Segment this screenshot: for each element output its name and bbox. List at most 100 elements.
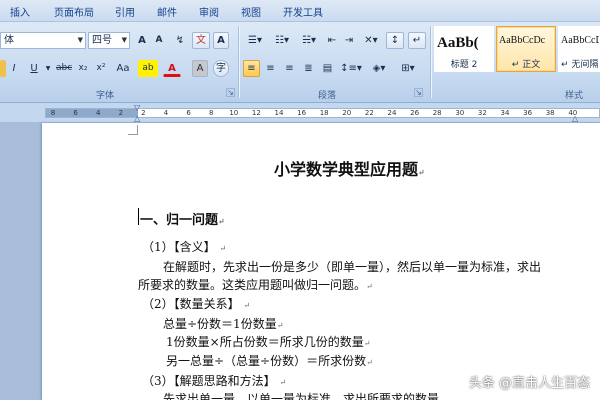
bulleted-list-icon: ☰▾ xyxy=(248,35,262,46)
distribute-button[interactable]: ▤ xyxy=(319,60,336,77)
character-shading-button[interactable]: A xyxy=(192,60,208,77)
ruler-number: 6 xyxy=(186,109,191,117)
justify-icon: ≣ xyxy=(304,63,313,74)
tab-insert[interactable]: 插入 xyxy=(10,4,30,19)
paragraph-mark: ↵ xyxy=(243,301,251,310)
show-marks-button[interactable]: ↵ xyxy=(408,32,426,49)
tab-references[interactable]: 引用 xyxy=(115,4,135,19)
align-center-button[interactable]: ≡ xyxy=(262,60,279,77)
align-center-icon: ≡ xyxy=(266,63,275,74)
formula-line: 另一总量÷（总量÷份数）＝所求份数↵ xyxy=(166,354,373,368)
sort-button[interactable]: ↕ xyxy=(386,32,404,49)
strikethrough-button[interactable]: abc xyxy=(55,60,73,77)
tab-developer[interactable]: 开发工具 xyxy=(283,4,323,19)
multilevel-list-button[interactable]: ☵▾ xyxy=(297,32,321,49)
shading-button[interactable]: ◈▾ xyxy=(366,60,392,77)
font-dialog-launcher-icon[interactable]: ↘ xyxy=(226,88,235,97)
font-name-combo[interactable]: 体 ▼ xyxy=(0,32,86,49)
align-right-icon: ≡ xyxy=(285,63,294,74)
paragraph-dialog-launcher-icon[interactable]: ↘ xyxy=(414,88,423,97)
underline-button[interactable]: U xyxy=(26,60,42,77)
style-normal[interactable]: AaBbCcDc ↵ 正文 xyxy=(496,26,556,72)
borders-icon: ⊞▾ xyxy=(401,63,415,74)
font-size-combo[interactable]: 四号 ▼ xyxy=(88,32,130,49)
tab-review[interactable]: 审阅 xyxy=(199,4,219,19)
sort-icon: ↕ xyxy=(390,35,400,46)
paragraph-group-label: 段落 xyxy=(318,91,337,101)
ruler-number: 24 xyxy=(387,109,397,117)
item-1-body-line-1: 在解题时，先求出一份是多少（即单一量），然后以单一量为标准，求出 xyxy=(163,260,542,274)
eraser-icon: ↯ xyxy=(175,35,185,46)
text-cursor xyxy=(138,208,139,225)
bullets-button[interactable]: ☰▾ xyxy=(243,32,267,49)
style-heading-2[interactable]: AaBb( 标题 2 xyxy=(434,26,494,72)
distribute-icon: ▤ xyxy=(322,63,333,74)
line-spacing-button[interactable]: ↕≡▾ xyxy=(339,60,363,77)
shrink-font-button[interactable]: A xyxy=(151,32,167,49)
numbering-button[interactable]: ☷▾ xyxy=(270,32,294,49)
paint-bucket-icon: ◈▾ xyxy=(372,63,386,74)
ruler-number: 16 xyxy=(297,109,307,117)
clear-format-button[interactable]: ↯ xyxy=(171,32,189,49)
increase-indent-button[interactable]: ⇥ xyxy=(341,32,357,49)
style-sample: AaBbCcDc xyxy=(561,35,599,46)
styles-gallery: AaBb( 标题 2 AaBbCcDc ↵ 正文 AaBbCcDc ↵ 无间隔 xyxy=(430,26,600,72)
group-divider xyxy=(238,26,239,98)
align-left-button[interactable]: ≡ xyxy=(243,60,260,77)
document-page[interactable]: 小学数学典型应用题↵ 一、归一问题↵ （1）【含义】 ↵ 在解题时，先求出一份是… xyxy=(42,123,600,400)
horizontal-ruler[interactable]: 8 6 4 2 2 4 6 8 10 12 14 16 18 20 22 24 26 28 30 32 34 36 38 40… xyxy=(0,103,600,123)
first-line-indent-marker[interactable]: ▽ xyxy=(134,104,140,112)
ruler-number: 18 xyxy=(319,109,329,117)
paragraph-mark: ↵ xyxy=(279,378,287,387)
decrease-indent-button[interactable]: ⇤ xyxy=(324,32,340,49)
numbered-list-icon: ☷▾ xyxy=(275,35,289,46)
paragraph-mark: ↵ xyxy=(219,244,227,253)
grow-font-button[interactable]: A xyxy=(134,32,150,49)
ribbon: 体 ▼ 四号 ▼ A A ↯ 文 A I U ▼ abc x₂ x² Aa ab… xyxy=(0,22,600,103)
superscript-button[interactable]: x² xyxy=(93,60,109,77)
change-case-button[interactable]: Aa xyxy=(112,60,134,77)
borders-button[interactable]: ⊞▾ xyxy=(395,60,421,77)
asian-layout-icon: ✕▾ xyxy=(364,35,378,46)
font-color-button[interactable]: A xyxy=(163,60,181,77)
italic-icon: I xyxy=(12,63,16,74)
document-title: 小学数学典型应用题↵ xyxy=(274,160,425,179)
align-right-button[interactable]: ≡ xyxy=(281,60,298,77)
asian-layout-button[interactable]: ✕▾ xyxy=(360,32,382,49)
ruler-number: 8 xyxy=(208,109,214,117)
ruler-number: 10 xyxy=(229,109,239,117)
tab-page-layout[interactable]: 页面布局 xyxy=(54,4,94,19)
chevron-down-icon[interactable]: ▼ xyxy=(122,33,127,48)
document-workspace: 小学数学典型应用题↵ 一、归一问题↵ （1）【含义】 ↵ 在解题时，先求出一份是… xyxy=(0,123,600,400)
paragraph-mark: ↵ xyxy=(366,358,373,367)
paragraph-mark: ↵ xyxy=(218,216,225,226)
character-border-button[interactable]: A xyxy=(213,32,229,49)
justify-button[interactable]: ≣ xyxy=(300,60,317,77)
tab-mailings[interactable]: 邮件 xyxy=(157,4,177,19)
paragraph-mark: ↵ xyxy=(418,167,425,177)
item-3-body-line-1: 先求出单一量，以单一量为标准，求出所要求的数量。 xyxy=(163,392,452,400)
text-highlight-button[interactable]: ab xyxy=(138,60,158,77)
item-1-label: （1）【含义】 ↵ xyxy=(142,240,227,254)
bold-button-partial[interactable] xyxy=(0,60,6,77)
tab-view[interactable]: 视图 xyxy=(241,4,261,19)
subscript-button[interactable]: x₂ xyxy=(75,60,91,77)
font-size-value: 四号 xyxy=(92,35,112,46)
ruler-number: 22 xyxy=(364,109,374,117)
ruler-number: 20 xyxy=(342,109,352,117)
style-no-spacing[interactable]: AaBbCcDc ↵ 无间隔 xyxy=(558,26,600,72)
right-indent-marker[interactable]: △ xyxy=(572,115,578,123)
formula-line: 1份数量×所占份数＝所求几份的数量↵ xyxy=(166,335,371,349)
align-left-icon: ≡ xyxy=(247,63,256,74)
ruler-number: 4 xyxy=(95,109,101,117)
enclose-characters-button[interactable]: 字 xyxy=(213,60,229,77)
ribbon-tab-bar: 插入 页面布局 引用 邮件 审阅 视图 开发工具 xyxy=(0,0,600,22)
hanging-indent-marker[interactable]: △ xyxy=(134,115,140,123)
italic-button[interactable]: I xyxy=(10,60,18,77)
chevron-down-icon[interactable]: ▼ xyxy=(43,60,53,77)
chevron-down-icon[interactable]: ▼ xyxy=(78,33,83,48)
phonetic-guide-button[interactable]: 文 xyxy=(192,32,210,49)
style-sample: AaBb( xyxy=(437,35,479,51)
style-name: ↵ 正文 xyxy=(511,60,541,70)
item-3-label: （3）【解题思路和方法】 ↵ xyxy=(142,374,287,388)
